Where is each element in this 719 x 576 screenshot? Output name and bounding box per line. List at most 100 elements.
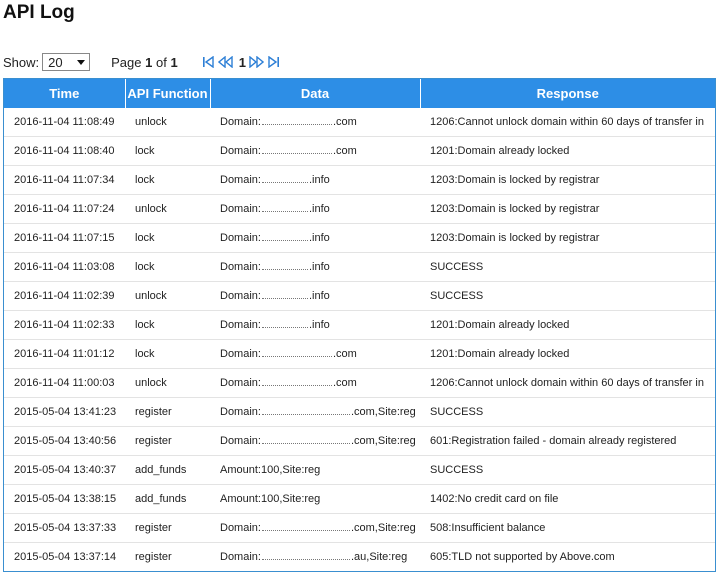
cell-time: 2015-05-04 13:37:33 <box>4 513 125 543</box>
table-row: 2016-11-04 11:07:24 unlock Domain: .info 120… <box>4 194 715 224</box>
data-suffix: .com,Site:reg <box>350 522 416 534</box>
cell-api-function: lock <box>125 252 210 282</box>
api-log-table: Time API Function Data Response 2016-11-… <box>3 78 716 572</box>
cell-response: 601:Registration failed - domain already… <box>420 426 715 456</box>
cell-api-function: unlock <box>125 281 210 311</box>
cell-api-function: lock <box>125 223 210 253</box>
page-title: API Log <box>3 2 75 23</box>
data-suffix: .com <box>332 116 357 128</box>
cell-data: Domain: .com <box>210 339 420 369</box>
redacted-domain <box>261 174 308 183</box>
cell-api-function: lock <box>125 310 210 340</box>
data-suffix: .com,Site:reg <box>350 406 416 418</box>
data-prefix: Amount:100,Site:reg <box>220 493 321 505</box>
data-suffix: .au,Site:reg <box>350 551 408 563</box>
data-prefix: Domain: <box>220 406 261 418</box>
page-indicator: Page 1 of 1 <box>111 55 178 70</box>
data-prefix: Domain: <box>220 377 261 389</box>
cell-data: Domain: .com <box>210 108 420 137</box>
cell-api-function: lock <box>125 165 210 195</box>
cell-response: SUCCESS <box>420 455 715 485</box>
cell-api-function: register <box>125 426 210 456</box>
page-size-value: 20 <box>48 54 63 70</box>
page-size-select[interactable]: 20 <box>42 53 91 71</box>
cell-time: 2016-11-04 11:01:12 <box>4 339 125 369</box>
cell-time: 2016-11-04 11:03:08 <box>4 252 125 282</box>
data-prefix: Domain: <box>220 348 261 360</box>
cell-time: 2016-11-04 11:02:39 <box>4 281 125 311</box>
cell-time: 2015-05-04 13:40:37 <box>4 455 125 485</box>
data-prefix: Domain: <box>220 319 261 331</box>
cell-api-function: unlock <box>125 368 210 398</box>
previous-page-icon[interactable] <box>217 56 233 68</box>
table-row: 2015-05-04 13:37:14 register Domain: .au,Si… <box>4 543 715 572</box>
table-row: 2015-05-04 13:40:37 add_funds Amount:100,S… <box>4 455 715 485</box>
last-page-icon[interactable] <box>267 56 280 68</box>
redacted-domain <box>261 377 332 386</box>
column-header-time[interactable]: Time <box>4 79 126 108</box>
redacted-domain <box>261 522 350 531</box>
cell-response: 1402:No credit card on file <box>420 484 715 514</box>
cell-time: 2016-11-04 11:08:40 <box>4 136 125 166</box>
first-page-icon[interactable] <box>202 56 215 68</box>
redacted-domain <box>261 145 332 154</box>
cell-response: 1201:Domain already locked <box>420 339 715 369</box>
redacted-domain <box>261 261 308 270</box>
next-page-icon[interactable] <box>249 56 264 68</box>
redacted-domain <box>261 319 308 328</box>
data-prefix: Domain: <box>220 174 261 186</box>
cell-time: 2016-11-04 11:08:49 <box>4 108 125 137</box>
data-prefix: Domain: <box>220 145 261 157</box>
cell-data: Domain: .info <box>210 310 420 340</box>
data-suffix: .info <box>308 203 330 215</box>
cell-data: Domain: .com,Site:reg <box>210 513 420 543</box>
cell-api-function: unlock <box>125 108 210 137</box>
cell-data: Domain: .com,Site:reg <box>210 397 420 427</box>
cell-response: 1206:Cannot unlock domain within 60 days… <box>420 368 715 398</box>
redacted-domain <box>261 406 350 415</box>
data-suffix: .com <box>332 377 357 389</box>
data-suffix: .com,Site:reg <box>350 435 416 447</box>
table-row: 2016-11-04 11:08:40 lock Domain: .com 1201:D… <box>4 136 715 166</box>
table-row: 2016-11-04 11:01:12 lock Domain: .com 1201:D… <box>4 339 715 369</box>
page-number-link[interactable]: 1 <box>239 55 246 70</box>
data-suffix: .info <box>308 290 330 302</box>
cell-response: 508:Insufficient balance <box>420 513 715 543</box>
redacted-domain <box>261 203 308 212</box>
api-log-grid: Time API Function Data Response 2016-11-… <box>4 79 715 571</box>
cell-response: SUCCESS <box>420 252 715 282</box>
table-row: 2015-05-04 13:40:56 register Domain: .com,S… <box>4 426 715 456</box>
column-header-data[interactable]: Data <box>210 79 421 108</box>
data-prefix: Domain: <box>220 551 261 563</box>
cell-data: Domain: .info <box>210 281 420 311</box>
cell-response: SUCCESS <box>420 397 715 427</box>
data-prefix: Domain: <box>220 116 261 128</box>
column-header-api-function[interactable]: API Function <box>125 79 211 108</box>
cell-time: 2016-11-04 11:07:15 <box>4 223 125 253</box>
cell-response: 605:TLD not supported by Above.com <box>430 551 615 563</box>
show-label: Show: <box>3 54 40 70</box>
column-header-response[interactable]: Response <box>420 79 715 108</box>
cell-api-function: unlock <box>125 194 210 224</box>
table-row: 2016-11-04 11:02:33 lock Domain: .info 1201:… <box>4 310 715 340</box>
cell-time: 2015-05-04 13:37:14 <box>14 551 117 563</box>
redacted-domain <box>261 348 332 357</box>
redacted-domain <box>261 116 332 125</box>
cell-time: 2016-11-04 11:00:03 <box>4 368 125 398</box>
cell-response: 1201:Domain already locked <box>420 310 715 340</box>
page-prefix: Page <box>111 54 142 70</box>
cell-response: 1203:Domain is locked by registrar <box>420 194 715 224</box>
table-row: 2016-11-04 11:00:03 unlock Domain: .com 1206… <box>4 368 715 398</box>
cell-data: Domain: .info <box>210 194 420 224</box>
cell-response: 1203:Domain is locked by registrar <box>420 223 715 253</box>
cell-data: Domain: .com <box>210 136 420 166</box>
cell-response: 1206:Cannot unlock domain within 60 days… <box>420 108 715 137</box>
data-suffix: .info <box>308 261 330 273</box>
cell-api-function: lock <box>125 136 210 166</box>
cell-time: 2016-11-04 11:07:24 <box>4 194 125 224</box>
cell-data: Domain: .info <box>210 252 420 282</box>
data-prefix: Domain: <box>220 232 261 244</box>
cell-data: Domain: .info <box>210 223 420 253</box>
redacted-domain <box>261 290 308 299</box>
pagination-nav: 1 <box>202 55 283 70</box>
